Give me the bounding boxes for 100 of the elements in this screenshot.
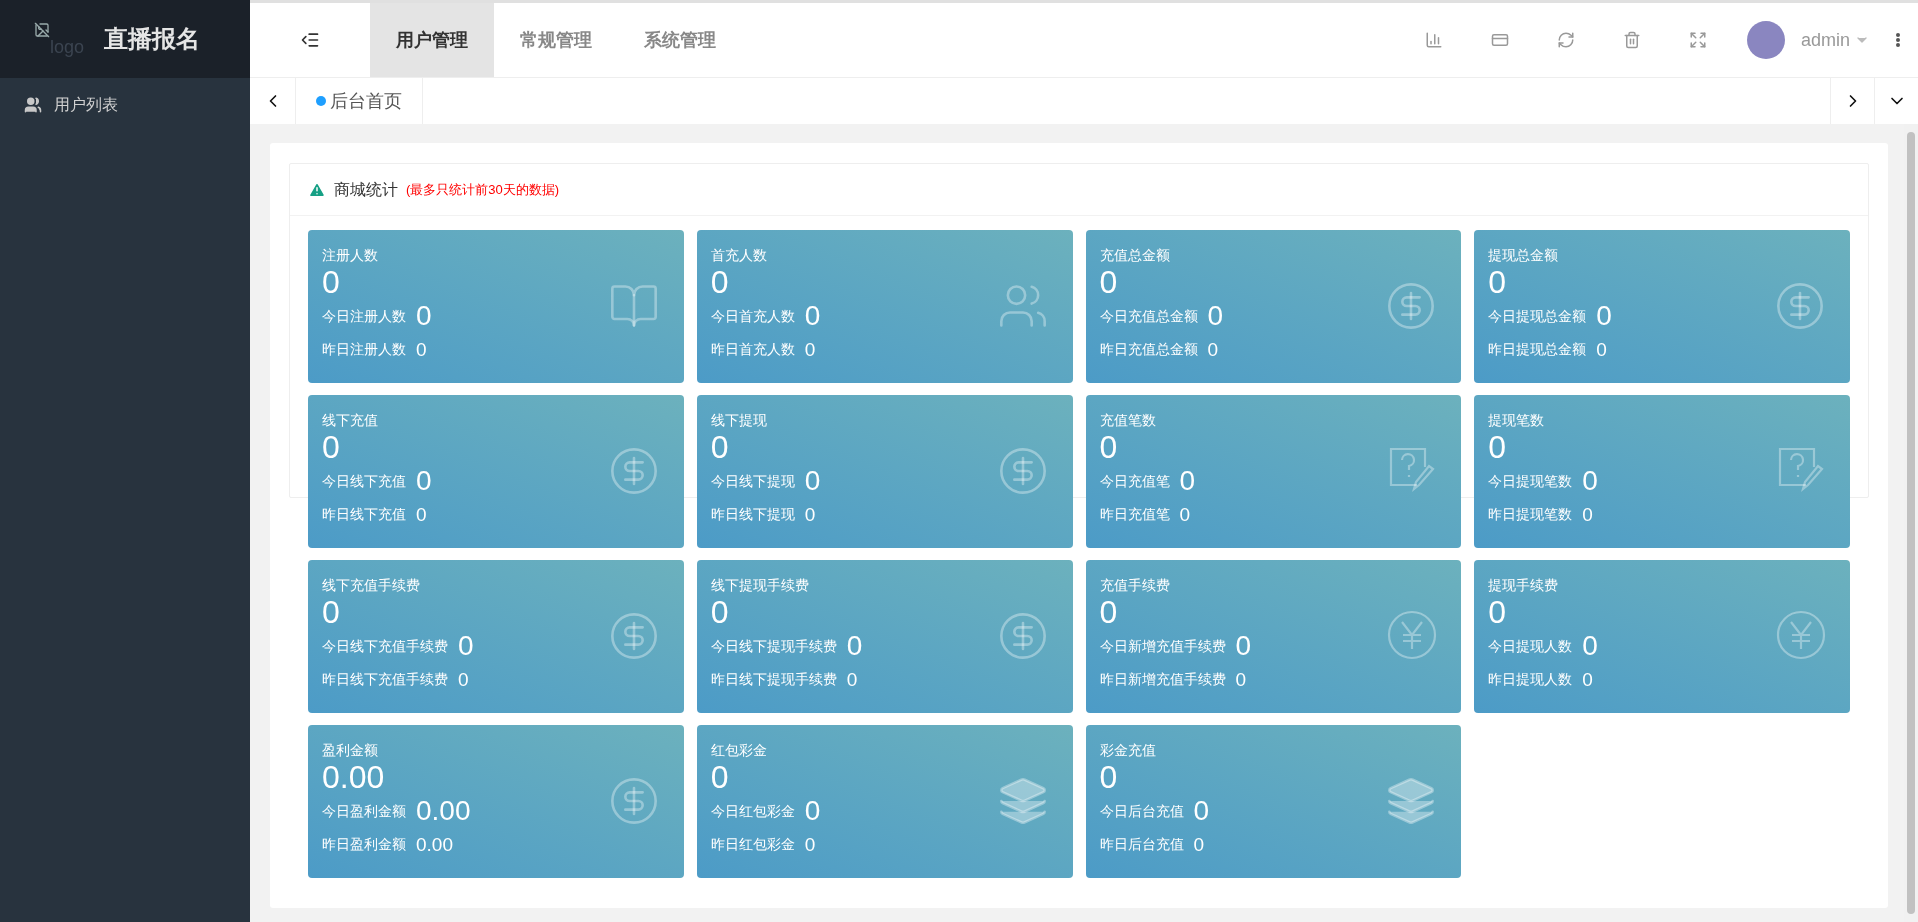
today-label: 今日提现笔数 bbox=[1488, 471, 1573, 491]
yesterday-value: 0 bbox=[1235, 669, 1247, 689]
stat-title: 充值总金额 bbox=[1099, 246, 1171, 264]
stat-value: 0 bbox=[1488, 429, 1508, 465]
stat-value: 0.00 bbox=[322, 759, 386, 795]
page-tab[interactable]: 后台首页 bbox=[296, 78, 423, 124]
nav-tab[interactable]: 常规管理 bbox=[494, 3, 618, 77]
stat-title: 线下提现 bbox=[710, 411, 768, 429]
stat-value: 0 bbox=[322, 429, 341, 465]
stat-title: 充值手续费 bbox=[1099, 576, 1171, 594]
avatar bbox=[1746, 21, 1785, 59]
today-label: 今日首充人数 bbox=[710, 306, 795, 326]
yesterday-label: 昨日充值笔 bbox=[1099, 504, 1170, 524]
today-value: 0 bbox=[804, 797, 821, 825]
stat-title: 首充人数 bbox=[710, 246, 768, 264]
stat-value: 0 bbox=[710, 264, 730, 300]
yesterday-value: 0 bbox=[416, 339, 427, 359]
yesterday-value: 0 bbox=[846, 669, 858, 689]
yesterday-label: 昨日充值总金额 bbox=[1099, 339, 1198, 359]
stat-value: 0 bbox=[1099, 594, 1119, 630]
yesterday-value: 0 bbox=[1179, 504, 1191, 524]
yesterday-value: 0 bbox=[804, 504, 816, 524]
broken-image-icon bbox=[34, 22, 50, 38]
today-label: 今日提现总金额 bbox=[1488, 306, 1587, 326]
stat-title: 线下提现手续费 bbox=[710, 576, 810, 594]
today-value: 0 bbox=[1582, 467, 1598, 495]
yesterday-label: 昨日提现笔数 bbox=[1488, 504, 1573, 524]
yesterday-label: 昨日提现总金额 bbox=[1488, 339, 1587, 359]
dollar-circle-icon bbox=[1774, 280, 1826, 332]
stat-title: 提现笔数 bbox=[1488, 411, 1546, 429]
today-value: 0 bbox=[1193, 797, 1210, 825]
today-label: 今日线下充值 bbox=[322, 471, 406, 491]
today-value: 0 bbox=[416, 467, 432, 495]
yesterday-label: 昨日新增充值手续费 bbox=[1099, 669, 1226, 689]
stat-value: 0 bbox=[1099, 759, 1119, 795]
question-note-pencil-icon bbox=[1776, 445, 1826, 495]
nav-tab[interactable]: 系统管理 bbox=[618, 3, 742, 77]
today-value: 0 bbox=[1596, 302, 1612, 330]
more-icon bbox=[1896, 33, 1900, 47]
stat-value: 0 bbox=[322, 264, 341, 300]
today-label: 今日充值笔 bbox=[1099, 471, 1170, 491]
stat-title: 线下充值手续费 bbox=[322, 576, 421, 594]
today-value: 0 bbox=[846, 632, 863, 660]
credit-card-icon bbox=[1490, 31, 1509, 49]
stat-value: 0 bbox=[1488, 264, 1508, 300]
today-label: 今日提现人数 bbox=[1488, 636, 1573, 656]
today-value: 0 bbox=[1179, 467, 1196, 495]
sidebar-item[interactable]: 用户列表 bbox=[0, 78, 250, 132]
today-value: 0 bbox=[1582, 632, 1598, 660]
yesterday-value: 0 bbox=[458, 669, 469, 689]
stat-title: 线下充值 bbox=[322, 411, 379, 429]
today-value: 0 bbox=[416, 302, 432, 330]
today-value: 0 bbox=[1235, 632, 1252, 660]
stat-value: 0 bbox=[1099, 264, 1119, 300]
stat-title: 红包彩金 bbox=[710, 741, 768, 759]
trash-icon bbox=[1622, 31, 1641, 49]
yesterday-label: 昨日盈利金额 bbox=[322, 834, 406, 854]
stat-value: 0 bbox=[1099, 429, 1119, 465]
today-label: 今日后台充值 bbox=[1099, 801, 1184, 821]
today-label: 今日线下提现 bbox=[710, 471, 795, 491]
today-value: 0.00 bbox=[416, 797, 471, 825]
yesterday-value: 0 bbox=[1207, 339, 1219, 359]
yesterday-label: 昨日后台充值 bbox=[1099, 834, 1184, 854]
yesterday-label: 昨日提现人数 bbox=[1488, 669, 1573, 689]
today-value: 0 bbox=[804, 302, 821, 330]
stat-title: 彩金充值 bbox=[1099, 741, 1157, 759]
yen-circle-icon bbox=[1776, 610, 1826, 660]
stat-value: 0 bbox=[1488, 594, 1508, 630]
yesterday-value: 0 bbox=[416, 504, 427, 524]
yesterday-value: 0 bbox=[1193, 834, 1205, 854]
stat-value: 0 bbox=[710, 429, 730, 465]
panel-note: (最多只统计前30天的数据) bbox=[406, 180, 560, 199]
yesterday-label: 昨日首充人数 bbox=[710, 339, 795, 359]
stat-title: 提现总金额 bbox=[1488, 246, 1560, 264]
scrollbar-thumb[interactable] bbox=[1907, 132, 1915, 914]
today-label: 今日注册人数 bbox=[322, 306, 406, 326]
bar-chart-icon bbox=[1424, 31, 1443, 49]
today-label: 今日红包彩金 bbox=[710, 801, 795, 821]
yesterday-value: 0.00 bbox=[416, 834, 453, 854]
panel-title: 商城统计 bbox=[334, 179, 398, 200]
today-label: 今日线下提现手续费 bbox=[710, 636, 837, 656]
stat-value: 0 bbox=[710, 759, 730, 795]
stat-value: 0 bbox=[322, 594, 341, 630]
today-label: 今日新增充值手续费 bbox=[1099, 636, 1226, 656]
yesterday-label: 昨日线下提现手续费 bbox=[710, 669, 837, 689]
yesterday-label: 昨日线下提现 bbox=[710, 504, 795, 524]
yesterday-value: 0 bbox=[1582, 669, 1593, 689]
brand-title: 直播报名 bbox=[104, 24, 201, 54]
indent-icon bbox=[300, 30, 320, 50]
yesterday-value: 0 bbox=[804, 339, 816, 359]
today-label: 今日充值总金额 bbox=[1099, 306, 1198, 326]
fullscreen-icon bbox=[1688, 31, 1707, 49]
yesterday-label: 昨日红包彩金 bbox=[710, 834, 795, 854]
today-label: 今日线下充值手续费 bbox=[322, 636, 448, 656]
stat-value: 0 bbox=[710, 594, 730, 630]
yesterday-label: 昨日线下充值手续费 bbox=[322, 669, 448, 689]
stat-title: 注册人数 bbox=[322, 246, 379, 264]
today-value: 0 bbox=[458, 632, 474, 660]
today-value: 0 bbox=[804, 467, 821, 495]
nav-tab[interactable]: 用户管理 bbox=[370, 3, 494, 77]
